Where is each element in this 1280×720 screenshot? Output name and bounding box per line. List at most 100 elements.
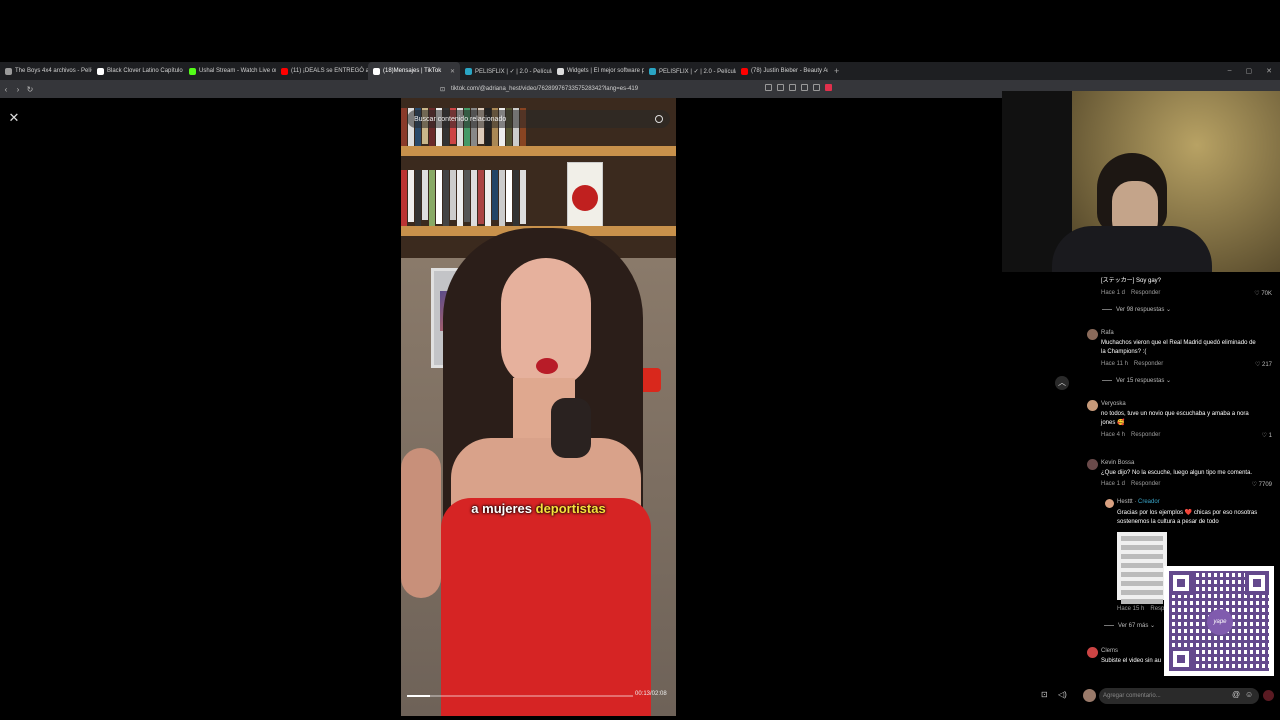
view-replies-link[interactable]: Ver 15 respuestas ⌄ <box>1102 377 1171 384</box>
extension-icon[interactable] <box>825 84 832 91</box>
video-frame-shelf <box>401 146 676 156</box>
url-text: tiktok.com/@adriana_hest/video/762899767… <box>451 86 639 92</box>
browser-tab[interactable]: Ushal Stream - Watch Live on Ki <box>184 62 276 80</box>
comment-user[interactable]: Clems <box>1101 648 1118 654</box>
comment-meta: Hace 1 d Responder <box>1101 481 1161 487</box>
reload-icon[interactable]: ↻ <box>24 85 36 94</box>
back-icon[interactable]: ‹ <box>0 85 12 94</box>
reply-link[interactable]: Responder <box>1131 481 1160 487</box>
tab-label: (78) Justin Bieber - Beauty And A Be <box>751 68 828 74</box>
browser-tab-strip: The Boys 4x4 archivos - PelíCine HD Black… <box>0 62 1280 80</box>
tab-label: PELISFLIX | ✓ | 2.0 - Películas y Ser <box>475 68 552 75</box>
search-icon[interactable] <box>655 115 663 123</box>
comment-input-placeholder: Agregar comentario... <box>1103 693 1161 699</box>
video-progress-fill <box>407 695 430 697</box>
comment-likes[interactable]: ♡ 217 <box>1255 361 1272 368</box>
video-progress-bar[interactable] <box>407 695 633 697</box>
avatar[interactable] <box>1105 499 1114 508</box>
tab-label: PELISFLIX | ✓ | 2.0 - Películas y Serie <box>659 68 736 75</box>
comment-likes[interactable]: ♡ 1 <box>1262 432 1272 439</box>
browser-tab[interactable]: PELISFLIX | ✓ | 2.0 - Películas y Serie <box>644 62 736 80</box>
tab-favicon-icon <box>557 67 564 75</box>
emoji-icon[interactable]: ☺ <box>1245 690 1253 699</box>
avatar <box>1083 689 1096 702</box>
comment-text: no todos, tuve un novio que escuchaba y … <box>1101 411 1249 426</box>
forward-icon[interactable]: › <box>12 85 24 94</box>
reply-link[interactable]: Responder <box>1134 361 1163 367</box>
comment-user[interactable]: Veryoska <box>1101 401 1126 407</box>
extension-icon[interactable] <box>813 84 820 91</box>
tab-label: (11) ¡DEALS se ENTREGÓ a DIO! <box>291 68 368 74</box>
tab-close-icon[interactable]: ✕ <box>450 68 455 75</box>
video-caption: a mujeres deportistas <box>401 501 676 516</box>
close-icon[interactable]: ✕ <box>6 110 22 126</box>
view-replies-link[interactable]: Ver 98 respuestas ⌄ <box>1102 306 1171 313</box>
lock-icon[interactable]: ⊡ <box>1041 690 1051 702</box>
comment-likes[interactable]: ♡ 70K <box>1254 290 1272 297</box>
avatar[interactable] <box>1087 647 1098 658</box>
caption-highlight: deportistas <box>535 501 606 516</box>
tab-favicon-icon <box>97 67 104 75</box>
browser-tab[interactable]: The Boys 4x4 archivos - PelíCine HD <box>0 62 92 80</box>
tab-favicon-icon <box>189 67 196 75</box>
avatar[interactable] <box>1087 400 1098 411</box>
browser-tab[interactable]: (11) ¡DEALS se ENTREGÓ a DIO! <box>276 62 368 80</box>
tab-label: Black Clover Latino Capítulo 113 - Ye <box>107 68 184 74</box>
tab-favicon-icon <box>281 67 288 75</box>
extension-icons <box>765 84 832 91</box>
yape-qr-code: yape <box>1164 566 1274 676</box>
video-frame-mouth <box>536 358 558 374</box>
comment-user[interactable]: Hesttt · Creador <box>1117 499 1160 505</box>
caption-plain: a mujeres <box>471 501 536 516</box>
video-player[interactable]: Buscar contenido relacionado a mujeres d… <box>401 98 676 716</box>
comment-image-attachment[interactable] <box>1117 532 1167 604</box>
comment-meta: Hace 1 d Responder <box>1101 290 1161 296</box>
site-info-icon[interactable]: ⊡ <box>440 86 445 93</box>
chevron-up-icon[interactable]: ︿ <box>1055 376 1069 390</box>
extension-icon[interactable] <box>789 84 796 91</box>
browser-tab[interactable]: PELISFLIX | ✓ | 2.0 - Películas y Ser <box>460 62 552 80</box>
send-icon[interactable] <box>1263 690 1274 701</box>
minimize-icon[interactable]: – <box>1228 67 1232 75</box>
tab-label: Ushal Stream - Watch Live on Ki <box>199 68 276 74</box>
comment-user[interactable]: Rafa <box>1101 330 1114 336</box>
extension-icon[interactable] <box>777 84 784 91</box>
video-frame-dress <box>441 498 651 716</box>
tab-label: Widgets | El mejor software para poc <box>567 68 644 74</box>
video-frame-book-cover <box>567 162 603 232</box>
comment-text: ¿Que dijo? No la escuche, luego algun ti… <box>1101 470 1253 476</box>
avatar[interactable] <box>1087 329 1098 340</box>
qr-finder <box>1245 571 1269 595</box>
browser-tab[interactable]: Widgets | El mejor software para poc <box>552 62 644 80</box>
avatar[interactable] <box>1087 459 1098 470</box>
video-frame-microphone <box>551 398 591 458</box>
reply-link[interactable]: Responder <box>1131 432 1160 438</box>
tab-favicon-icon <box>465 67 472 75</box>
comment-meta: Hace 11 h Responder <box>1101 361 1164 367</box>
new-tab-button[interactable]: + <box>828 66 845 76</box>
maximize-icon[interactable]: ▢ <box>1246 67 1253 75</box>
extension-icon[interactable] <box>765 84 772 91</box>
browser-tab[interactable]: Black Clover Latino Capítulo 113 - Ye <box>92 62 184 80</box>
top-black-area <box>0 0 1280 62</box>
browser-tab[interactable]: (18)Mensajes | TikTok ✕ <box>368 62 460 80</box>
comment-user[interactable]: Kevin Bossa <box>1101 460 1134 466</box>
qr-pattern: yape <box>1169 571 1269 671</box>
comment-likes[interactable]: ♡ 7709 <box>1252 481 1272 488</box>
tab-label: (18)Mensajes | TikTok <box>383 68 442 74</box>
volume-icon[interactable]: ◁) <box>1058 690 1068 702</box>
view-more-link[interactable]: Ver 67 más ⌄ <box>1104 622 1155 629</box>
comment-meta: Hace 15 h Respo <box>1117 606 1168 612</box>
comment-meta: Hace 4 h Responder <box>1101 432 1161 438</box>
tab-label: The Boys 4x4 archivos - PelíCine HD <box>15 68 92 74</box>
comment-text: Muchachos vieron que el Real Madrid qued… <box>1101 340 1256 355</box>
related-search-input[interactable]: Buscar contenido relacionado <box>407 110 670 128</box>
reply-link[interactable]: Responder <box>1131 290 1160 296</box>
extension-icon[interactable] <box>801 84 808 91</box>
mention-icon[interactable]: @ <box>1232 690 1240 699</box>
qr-finder <box>1169 647 1193 671</box>
video-frame-books <box>401 170 526 226</box>
close-window-icon[interactable]: ✕ <box>1266 67 1272 75</box>
browser-tab[interactable]: (78) Justin Bieber - Beauty And A Be <box>736 62 828 80</box>
video-frame-hand <box>401 448 441 598</box>
